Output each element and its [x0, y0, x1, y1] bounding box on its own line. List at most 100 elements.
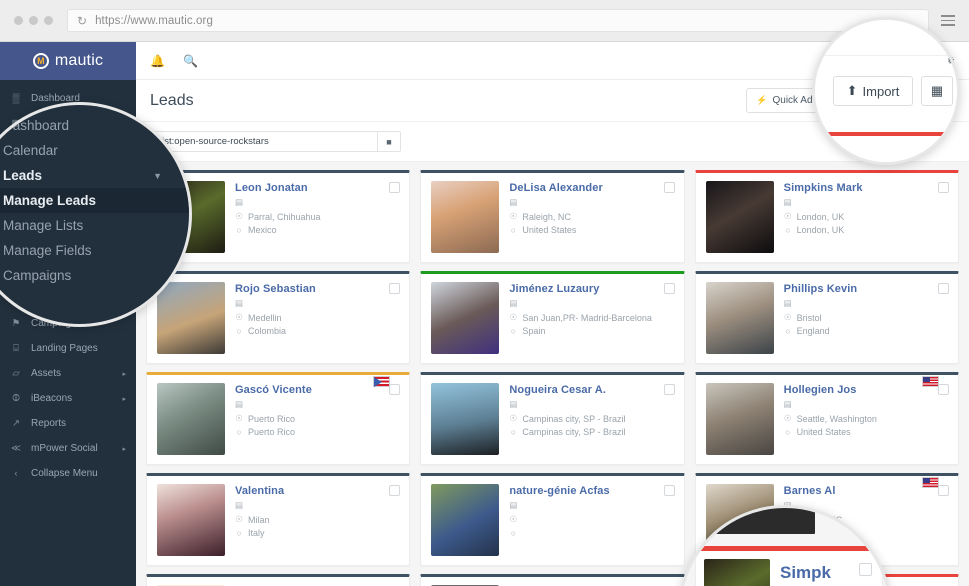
- browser-chrome: ↻ https://www.mautic.org: [0, 0, 969, 42]
- lead-name-link[interactable]: Hollegien Jos: [784, 384, 921, 396]
- minimize-window-button[interactable]: [29, 16, 38, 25]
- address-bar[interactable]: ↻ https://www.mautic.org: [67, 9, 929, 32]
- lead-info: Hollegien Jos▤☉Seattle, Washington○Unite…: [784, 383, 921, 464]
- lead-name-link[interactable]: Leon Jonatan: [235, 182, 385, 194]
- lead-city-text: Bristol: [797, 313, 822, 323]
- chevron-right-icon: ▸: [122, 445, 126, 453]
- sidebar-item-dashboard[interactable]: ▒Dashboard: [0, 86, 136, 111]
- globe-icon: ○: [235, 528, 243, 538]
- lead-select-checkbox[interactable]: [938, 182, 949, 193]
- lead-avatar: [706, 383, 774, 455]
- lead-name-link[interactable]: Barnes Al: [784, 485, 921, 497]
- lead-select-checkbox[interactable]: [389, 182, 400, 193]
- reload-icon[interactable]: ↻: [77, 15, 87, 27]
- sidebar-item-campaigns[interactable]: ⚑Campaigns: [0, 311, 136, 336]
- hamburger-menu-icon[interactable]: [941, 15, 955, 26]
- lead-card[interactable]: Simpkins Mark▤☉○: [695, 574, 959, 586]
- mautic-logo-icon: M: [33, 53, 49, 69]
- lead-card[interactable]: Hollegien Jos▤☉Seattle, Washington○Unite…: [695, 372, 959, 465]
- lead-name-link[interactable]: Jiménez Luzaury: [509, 283, 659, 295]
- lead-city: ☉Raleigh, NC: [509, 211, 673, 222]
- search-input[interactable]: [152, 131, 377, 152]
- globe-icon: ○: [784, 326, 792, 336]
- lead-select-checkbox[interactable]: [389, 485, 400, 496]
- chevron-left-icon: ‹: [10, 468, 22, 479]
- quick-add-lead-button[interactable]: ⚡ Quick Add Lead: [746, 88, 853, 113]
- page-header: Leads ⚡ Quick Add Lead ⬆ Import ▦: [136, 80, 969, 122]
- lead-select-checkbox[interactable]: [664, 182, 675, 193]
- lead-card[interactable]: Leon Jonatan▤☉Parral, Chihuahua○Mexico: [146, 170, 410, 263]
- user-icon: ▤: [10, 143, 22, 154]
- lead-name-link[interactable]: nature-génie Acfas: [509, 485, 659, 497]
- search-icon[interactable]: 🔍: [183, 54, 198, 68]
- lead-card[interactable]: Barnes Al▤☉Garner, NC○United States: [695, 473, 959, 566]
- lead-city: ☉Milan: [235, 514, 399, 525]
- lead-card[interactable]: Simpkins Mark▤☉London, UK○London, UK: [695, 170, 959, 263]
- sidebar-item-leads[interactable]: ▤Leads▸: [0, 136, 136, 161]
- lead-name-link[interactable]: DeLisa Alexander: [509, 182, 659, 194]
- lead-country: ○London, UK: [784, 225, 948, 235]
- lead-card[interactable]: Phillips Kevin▤☉Bristol○England: [695, 271, 959, 364]
- sidebar-item-manage-lists[interactable]: Manage Lists: [0, 186, 136, 211]
- bell-icon[interactable]: 🔔: [150, 54, 165, 68]
- close-window-button[interactable]: [14, 16, 23, 25]
- sidebar-item-label: Components: [31, 293, 113, 304]
- lead-card[interactable]: Clement Juillard▤☉○: [146, 574, 410, 586]
- gear-icon[interactable]: ⚙: [944, 54, 955, 68]
- sidebar-item-mpower-social[interactable]: ≪mPower Social▸: [0, 436, 136, 461]
- grid-view-button[interactable]: ▦: [926, 88, 955, 113]
- lead-card[interactable]: nature-génie Acfas▤☉○: [420, 473, 684, 566]
- lead-select-checkbox[interactable]: [938, 283, 949, 294]
- lead-card[interactable]: Nogueira Cesar A.▤☉Campinas city, SP - B…: [420, 372, 684, 465]
- eraser-icon: ■: [386, 137, 391, 147]
- location-pin-icon: ☉: [784, 312, 792, 323]
- sidebar-item-assets[interactable]: ▱Assets▸: [0, 361, 136, 386]
- lead-name-link[interactable]: Nogueira Cesar A.: [509, 384, 659, 396]
- share-icon: ≪: [10, 443, 22, 454]
- sidebar-item-channels[interactable]: ▸Channels▸: [0, 261, 136, 286]
- building-icon: ▤: [509, 500, 517, 511]
- lead-name-link[interactable]: Phillips Kevin: [784, 283, 934, 295]
- lead-avatar: [157, 181, 225, 253]
- lead-name-link[interactable]: Valentina: [235, 485, 385, 497]
- lead-select-checkbox[interactable]: [664, 283, 675, 294]
- sidebar-item-ibeacons[interactable]: ⦷iBeacons▸: [0, 386, 136, 411]
- window-controls[interactable]: [14, 16, 53, 25]
- lead-name-link[interactable]: Simpkins Mark: [784, 182, 934, 194]
- lead-select-checkbox[interactable]: [389, 384, 400, 395]
- lead-select-checkbox[interactable]: [938, 485, 949, 496]
- signal-icon: ⦷: [10, 393, 22, 404]
- sidebar-item-components[interactable]: ⌘Components▸: [0, 286, 136, 311]
- sidebar-item-points[interactable]: ✦Points▸: [0, 236, 136, 261]
- top-bar: 🔔 🔍 ⚙: [136, 42, 969, 80]
- lead-name-link[interactable]: Gascó Vicente: [235, 384, 372, 396]
- globe-icon: ○: [509, 326, 517, 336]
- lead-card[interactable]: Valentina▤☉Milan○Italy: [146, 473, 410, 566]
- lead-avatar: [706, 484, 774, 556]
- lead-select-checkbox[interactable]: [389, 283, 400, 294]
- lead-card[interactable]: Franklin North▤☉○: [420, 574, 684, 586]
- lead-card[interactable]: Jiménez Luzaury▤☉San Juan,PR- Madrid-Bar…: [420, 271, 684, 364]
- lead-card[interactable]: Gascó Vicente▤☉Puerto Rico○Puerto Rico: [146, 372, 410, 465]
- search-clear-button[interactable]: ■: [377, 131, 401, 152]
- lead-name-link[interactable]: Rojo Sebastian: [235, 283, 385, 295]
- brand-logo[interactable]: M mautic: [0, 42, 136, 80]
- building-icon: ▤: [784, 399, 792, 410]
- sidebar-item-calendar[interactable]: ▦Calendar: [0, 111, 136, 136]
- lead-card[interactable]: Rojo Sebastian▤☉Medellin○Colombia: [146, 271, 410, 364]
- location-pin-icon: ☉: [509, 211, 517, 222]
- bullhorn-icon: ▸: [10, 268, 22, 279]
- sidebar-item-manage-leads[interactable]: Manage Leads: [0, 161, 136, 186]
- lead-select-checkbox[interactable]: [938, 384, 949, 395]
- sidebar-item-manage-fields[interactable]: Manage Fields: [0, 211, 136, 236]
- sidebar-item-reports[interactable]: ↗Reports: [0, 411, 136, 436]
- sidebar-item-label: Channels: [31, 268, 113, 279]
- sidebar-item-landing-pages[interactable]: ⌸Landing Pages: [0, 336, 136, 361]
- lead-card[interactable]: DeLisa Alexander▤☉Raleigh, NC○United Sta…: [420, 170, 684, 263]
- lead-select-checkbox[interactable]: [664, 384, 675, 395]
- sidebar-item-collapse-menu[interactable]: ‹Collapse Menu: [0, 461, 136, 486]
- maximize-window-button[interactable]: [44, 16, 53, 25]
- lead-select-checkbox[interactable]: [664, 485, 675, 496]
- import-button[interactable]: ⬆ Import: [859, 88, 920, 113]
- sidebar-item-label: iBeacons: [31, 393, 113, 404]
